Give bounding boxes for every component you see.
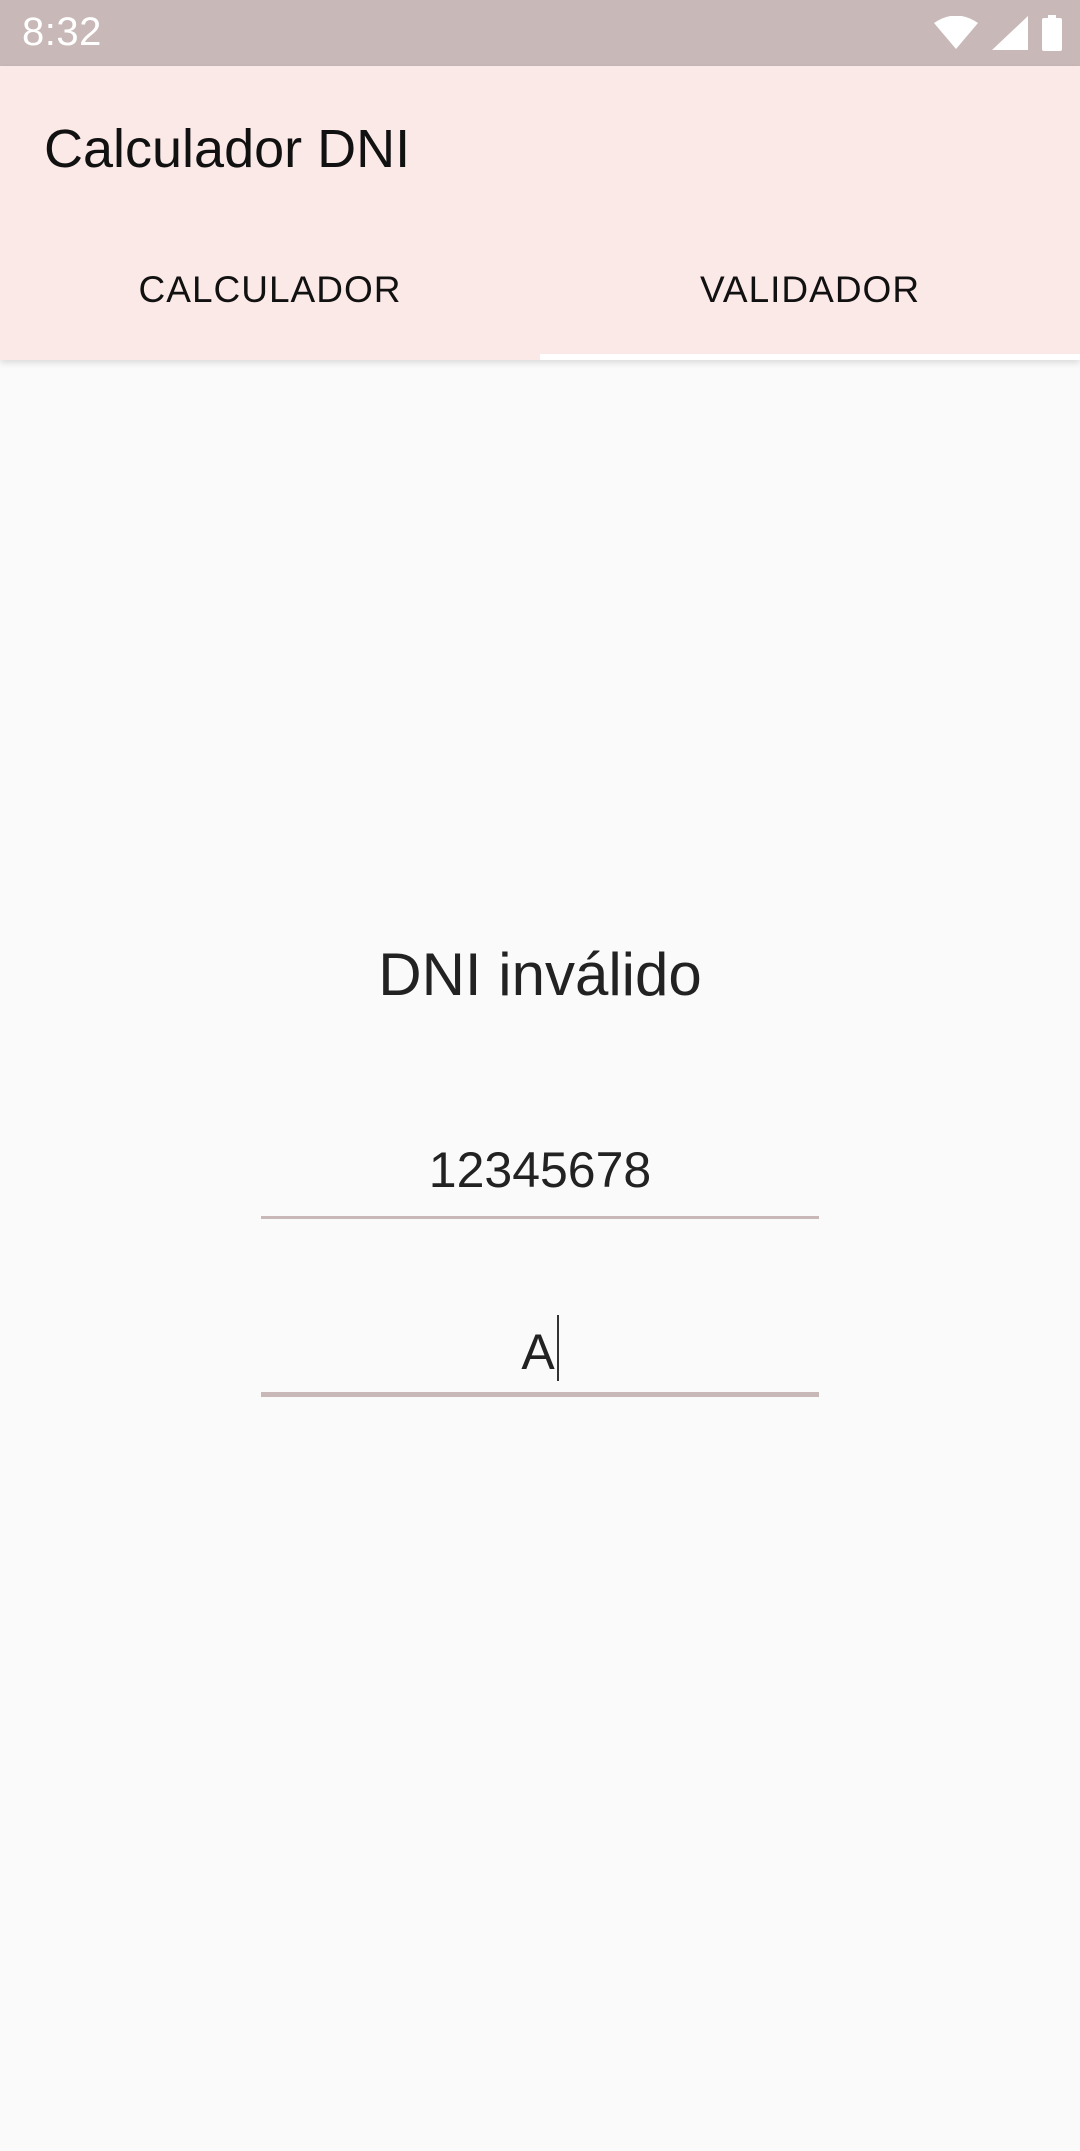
validation-result: DNI inválido (378, 941, 702, 1008)
signal-icon (992, 16, 1028, 50)
tab-calculador[interactable]: CALCULADOR (0, 220, 540, 360)
tab-bar: CALCULADOR VALIDADOR (0, 220, 1080, 360)
status-time: 8:32 (22, 10, 102, 54)
tab-validador[interactable]: VALIDADOR (540, 220, 1080, 360)
validator-content: DNI inválido A (0, 360, 1080, 2151)
status-bar: 8:32 (0, 0, 1080, 66)
status-icons (934, 14, 1062, 52)
battery-icon (1042, 15, 1062, 51)
tab-validador-label: VALIDADOR (699, 269, 921, 310)
dni-number-input[interactable] (261, 1124, 819, 1219)
app-title: Calculador DNI (44, 119, 411, 179)
wifi-icon (934, 16, 978, 49)
dni-letter-input[interactable] (261, 1300, 819, 1397)
tab-calculador-label: CALCULADOR (138, 269, 402, 310)
app-bar: Calculador DNI CALCULADOR VALIDADOR (0, 66, 1080, 360)
